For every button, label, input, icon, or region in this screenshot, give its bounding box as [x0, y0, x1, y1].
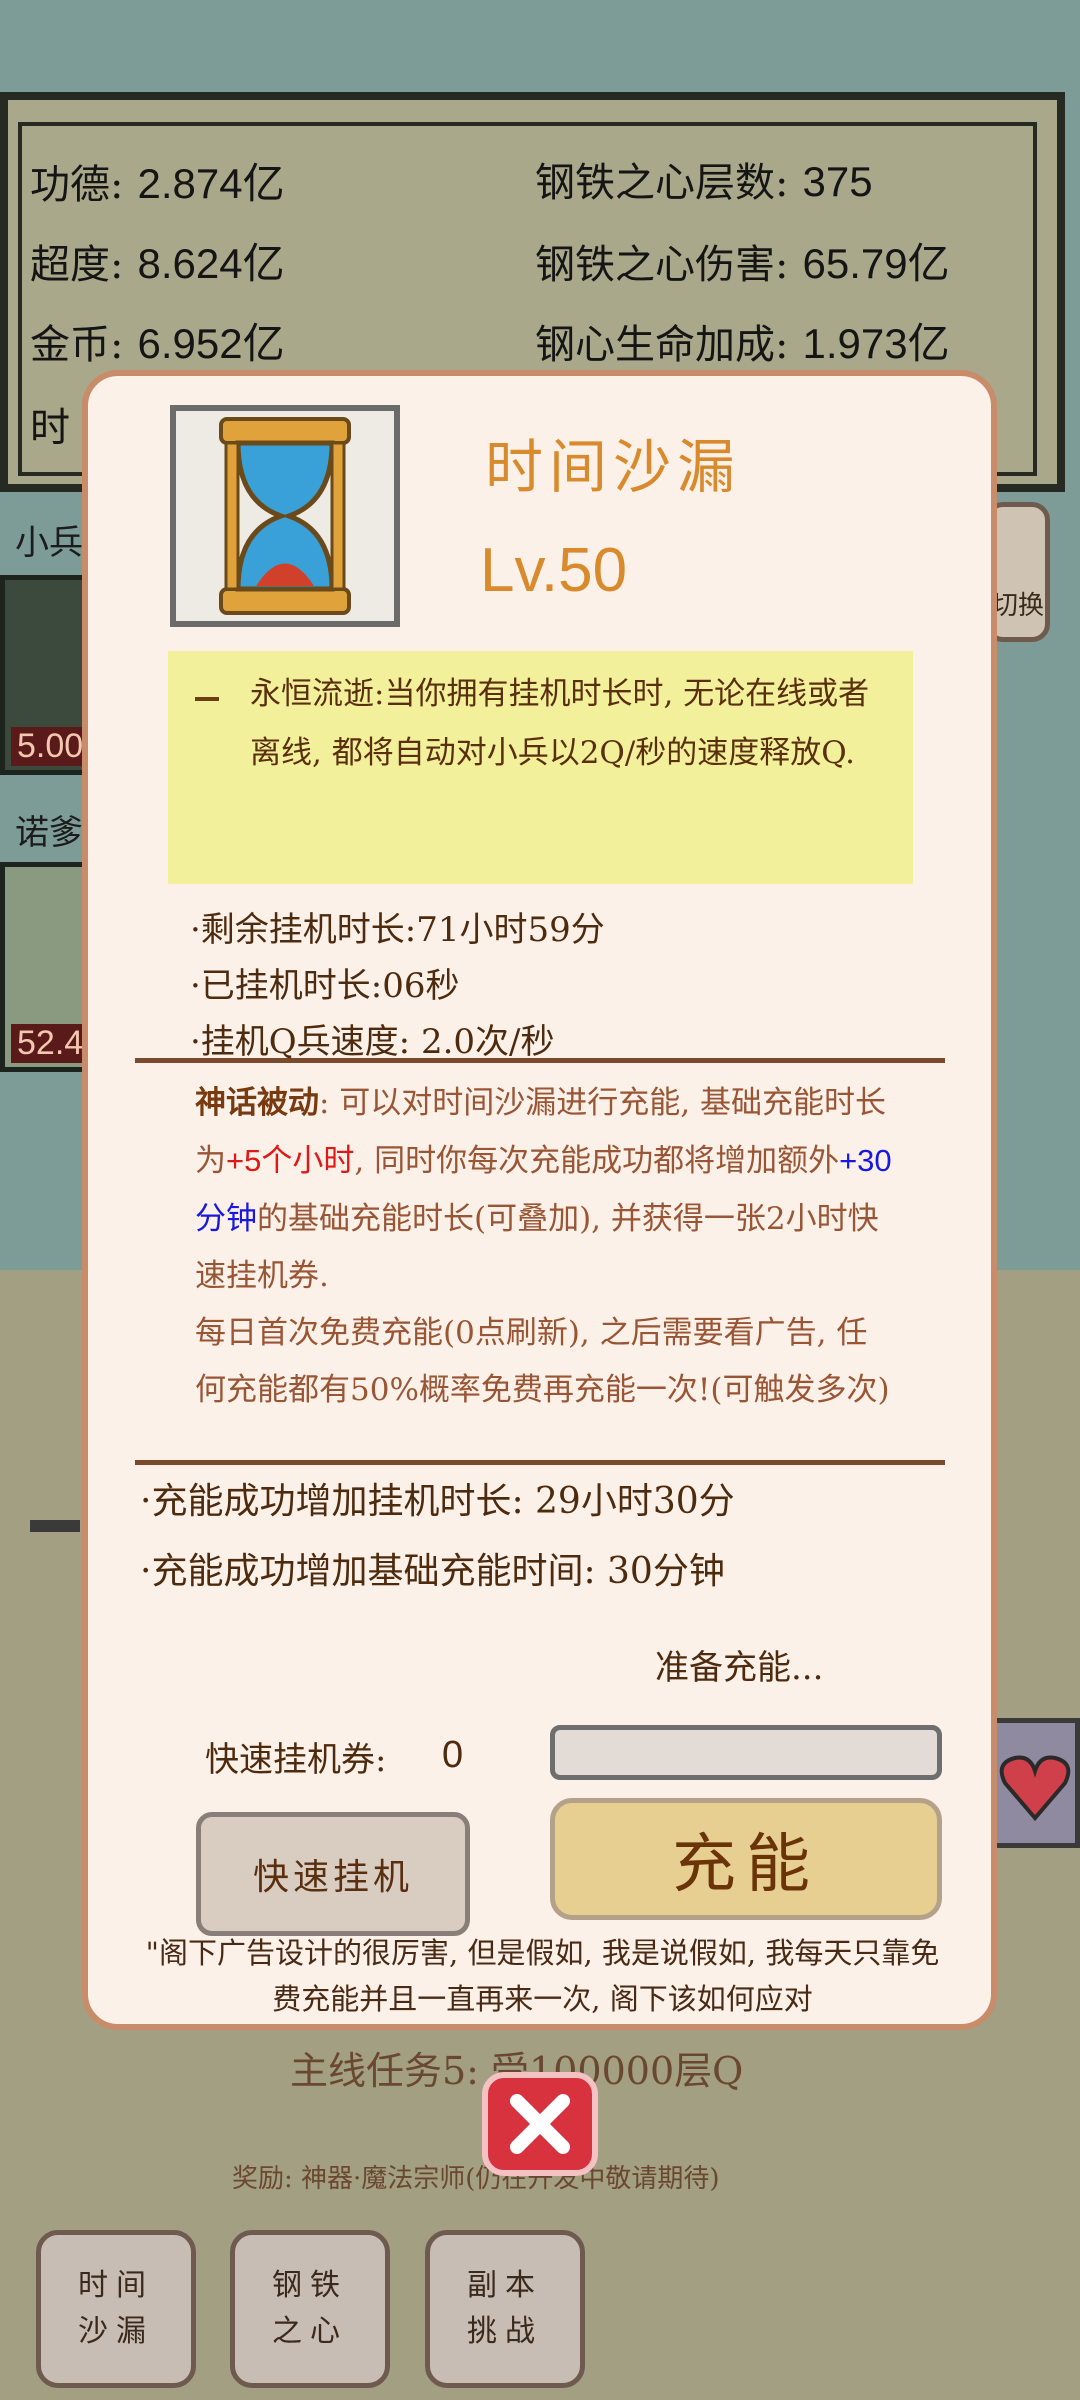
soldier-label: 小兵 — [15, 523, 83, 563]
gain-hours: ·充能成功增加挂机时长: 29小时30分 — [140, 1481, 735, 1522]
nuo-label: 诺爹 — [15, 813, 83, 853]
salvation-stat: 超度: 8.624亿 — [30, 240, 285, 288]
hp-bar — [30, 1520, 80, 1532]
gold-stat: 金币: 6.952亿 — [30, 320, 285, 368]
flavor-quote: "阁下广告设计的很厉害, 但是假如, 我是说假如, 我每天只靠免费充能并且一直再… — [145, 1936, 940, 2016]
myth-part3: 的基础充能时长(可叠加), 并获得一张2小时快速挂机券. — [195, 1201, 879, 1294]
iron-damage-stat: 钢铁之心伤害: 65.79亿 — [535, 240, 950, 288]
tab-dungeon[interactable]: 副本挑战 — [425, 2230, 585, 2388]
switch-button-label: 切换 — [992, 591, 1045, 621]
ready-status: 准备充能... — [655, 1648, 824, 1688]
myth-red-value: +5个小时 — [226, 1143, 355, 1178]
description-text: 永恒流逝:当你拥有挂机时长时, 无论在线或者离线, 都将自动对小兵以2Q/秒的速… — [250, 676, 870, 771]
iron-hp-stat: 钢心生命加成: 1.973亿 — [535, 320, 950, 368]
close-button[interactable] — [482, 2072, 598, 2176]
ticket-count: 0 — [442, 1734, 464, 1776]
heart-item-slot[interactable] — [990, 1718, 1080, 1848]
item-level: Lv.50 — [480, 536, 628, 605]
myth-part4: 每日首次免费充能(0点刷新), 之后需要看广告, 任何充能都有50%概率免费再充… — [195, 1315, 890, 1408]
time-stat-label: 时 — [30, 405, 70, 451]
divider-bottom — [135, 1460, 945, 1465]
item-title: 时间沙漏 — [485, 433, 742, 501]
tab-iron-heart[interactable]: 钢铁之心 — [230, 2230, 390, 2388]
remaining-time: ·剩余挂机时长:71小时59分 — [190, 910, 605, 950]
divider-top — [135, 1058, 945, 1063]
elapsed-time: ·已挂机时长:06秒 — [190, 966, 460, 1006]
merit-stat: 功德: 2.874亿 — [30, 160, 285, 208]
collapse-dash-icon — [195, 697, 219, 701]
nuo-portrait[interactable]: 52.4 — [0, 862, 90, 1072]
quick-idle-button[interactable]: 快速挂机 — [196, 1812, 470, 1936]
soldier-value: 5.00 — [11, 727, 90, 766]
soldier-portrait[interactable]: 5.00 — [0, 575, 90, 775]
attack-speed: ·挂机Q兵速度: 2.0次/秒 — [190, 1022, 555, 1062]
tab-hourglass[interactable]: 时间沙漏 — [36, 2230, 196, 2388]
charge-button[interactable]: 充能 — [550, 1798, 942, 1920]
myth-part2: , 同时你每次充能成功都将增加额外 — [354, 1143, 840, 1179]
myth-passive-text: 神话被动: 可以对时间沙漏进行充能, 基础充能时长为+5个小时, 同时你每次充能… — [195, 1075, 895, 1419]
charge-progress-bar — [550, 1725, 942, 1780]
close-icon — [510, 2094, 570, 2154]
myth-title: 神话被动 — [195, 1085, 319, 1121]
nuo-value: 52.4 — [11, 1024, 90, 1063]
gain-base-time: ·充能成功增加基础充能时间: 30分钟 — [140, 1551, 725, 1592]
quest-reward: 奖励: 神器·魔法宗师(仍在开发中敬请期待) — [232, 2164, 720, 2194]
hourglass-icon — [170, 405, 400, 627]
ticket-label: 快速挂机券: — [205, 1740, 387, 1780]
iron-layers-stat: 钢铁之心层数: 375 — [535, 158, 873, 206]
heart-icon — [999, 1755, 1071, 1822]
